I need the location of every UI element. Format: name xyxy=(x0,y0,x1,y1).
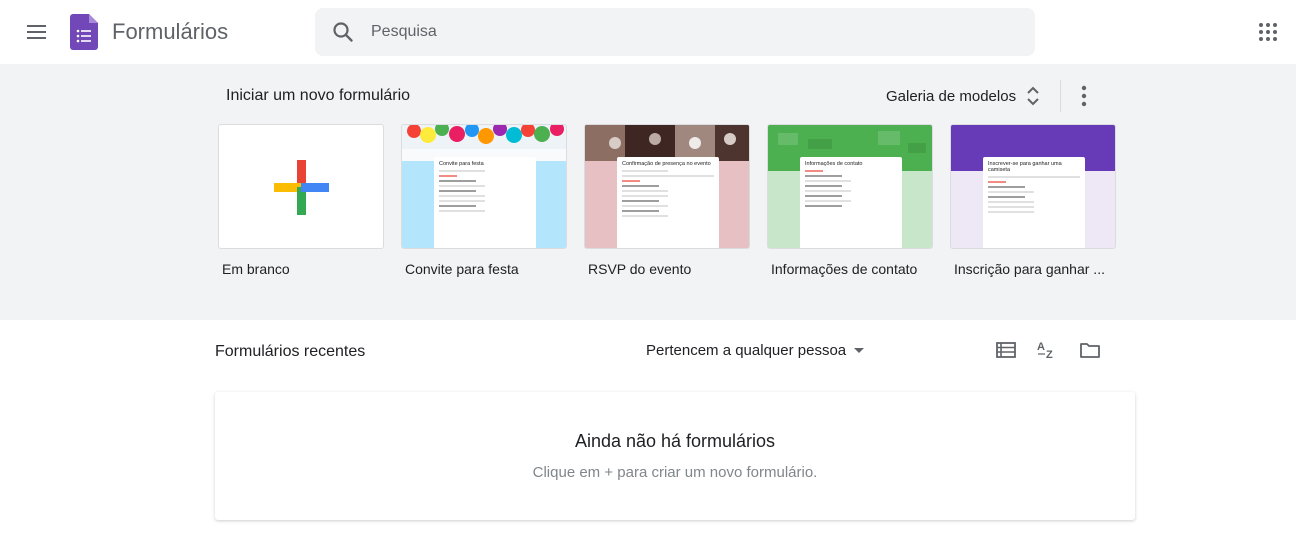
template-thumbnail[interactable] xyxy=(218,124,384,249)
app-title[interactable]: Formulários xyxy=(112,19,228,45)
search-icon[interactable] xyxy=(331,20,355,44)
list-view-icon[interactable] xyxy=(990,334,1022,366)
template-gallery-section: Iniciar um novo formulário Galeria de mo… xyxy=(0,64,1296,320)
empty-state-title: Ainda não há formulários xyxy=(574,431,776,451)
plus-icon xyxy=(274,160,329,215)
form-preview: Confirmação de presença no evento xyxy=(617,157,719,248)
owner-filter-label: Pertencem a qualquer pessoa xyxy=(646,341,847,359)
template-card-party-invite[interactable]: Convite para festa Convite para festa xyxy=(401,124,567,277)
unfold-more-icon xyxy=(1027,86,1039,106)
more-vert-icon[interactable] xyxy=(1068,78,1100,114)
template-card-rsvp[interactable]: Confirmação de presença no evento RSVP d… xyxy=(584,124,750,277)
dropdown-arrow-icon xyxy=(854,347,865,353)
template-gallery-label: Galeria de modelos xyxy=(886,87,1017,105)
apps-grid-icon[interactable] xyxy=(1252,16,1284,48)
template-label: Informações de contato xyxy=(771,261,918,277)
event-photo-image xyxy=(585,125,749,161)
template-label: Em branco xyxy=(222,261,290,277)
recent-forms-title: Formulários recentes xyxy=(215,343,366,360)
template-thumbnail[interactable]: Informações de contato xyxy=(767,124,933,249)
search-bar[interactable] xyxy=(315,8,1035,56)
template-thumbnail[interactable]: Confirmação de presença no evento xyxy=(584,124,750,249)
template-label: RSVP do evento xyxy=(588,261,692,277)
svg-text:A: A xyxy=(1037,341,1045,353)
forms-logo[interactable] xyxy=(70,14,98,50)
template-card-blank[interactable]: Em branco xyxy=(218,124,384,277)
template-card-tshirt-signup[interactable]: Inscrever-se para ganhar uma camiseta In… xyxy=(950,124,1116,277)
template-thumbnail[interactable]: Inscrever-se para ganhar uma camiseta xyxy=(950,124,1116,249)
hamburger-menu-icon[interactable] xyxy=(20,16,52,48)
divider xyxy=(1060,80,1061,112)
template-label: Inscrição para ganhar ... xyxy=(954,261,1105,277)
form-preview: Convite para festa xyxy=(434,157,536,248)
template-gallery-button[interactable]: Galeria de modelos xyxy=(876,78,1050,114)
app-header: Formulários xyxy=(0,0,1296,64)
empty-state-card: Ainda não há formulários Clique em + par… xyxy=(215,392,1135,520)
empty-state-subtitle: Clique em + para criar um novo formulári… xyxy=(532,464,818,481)
search-input[interactable] xyxy=(371,8,1011,56)
balloons-image xyxy=(402,125,566,161)
owner-filter-dropdown[interactable]: Pertencem a qualquer pessoa xyxy=(640,336,870,364)
template-label: Convite para festa xyxy=(405,261,519,277)
template-thumbnail[interactable]: Convite para festa xyxy=(401,124,567,249)
svg-text:Z: Z xyxy=(1046,349,1053,361)
section-title: Iniciar um novo formulário xyxy=(226,87,411,104)
template-card-contact-info[interactable]: Informações de contato Informações de co… xyxy=(767,124,933,277)
folder-icon[interactable] xyxy=(1074,334,1106,366)
form-preview: Inscrever-se para ganhar uma camiseta xyxy=(983,157,1085,248)
sort-az-icon[interactable]: A Z xyxy=(1031,334,1063,366)
form-preview: Informações de contato xyxy=(800,157,902,248)
